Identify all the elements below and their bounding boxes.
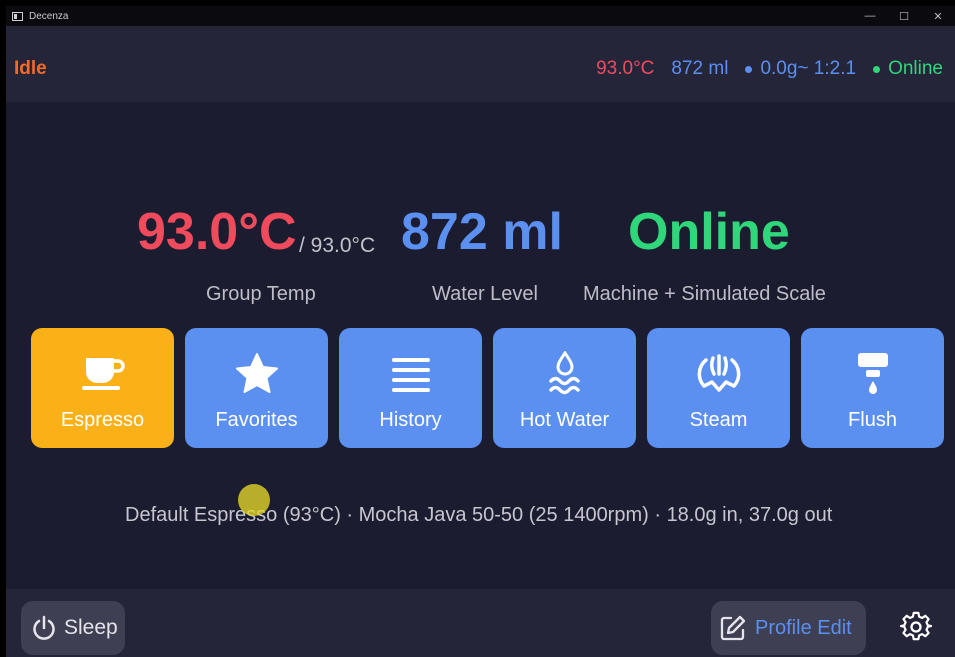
hot-water-button[interactable]: Hot Water	[493, 328, 636, 448]
power-icon	[31, 615, 57, 641]
steam-icon	[695, 350, 743, 398]
minimize-button[interactable]: —	[853, 6, 887, 26]
sleep-label: Sleep	[64, 616, 118, 639]
window-title: Decenza	[29, 10, 69, 22]
group-temp-target: / 93.0°C	[299, 234, 376, 257]
group-temp-label: Group Temp	[206, 283, 316, 305]
list-icon	[387, 350, 435, 398]
close-button[interactable]: ✕	[921, 6, 955, 26]
machine-state: Idle	[14, 58, 47, 79]
espresso-label: Espresso	[60, 409, 145, 431]
status-scale-text: 0.0g~ 1:2.1	[760, 58, 857, 79]
title-bar: Decenza — ☐ ✕	[6, 6, 955, 26]
action-tiles: Espresso Favorites History Hot Water Ste…	[31, 328, 944, 448]
status-bar: Idle 93.0°C 872 ml 0.0g~ 1:2.1 Online	[6, 26, 955, 102]
cursor-highlight	[238, 484, 270, 516]
espresso-button[interactable]: Espresso	[31, 328, 174, 448]
profile-edit-label: Profile Edit	[755, 616, 852, 639]
app-icon	[12, 11, 23, 21]
maximize-button[interactable]: ☐	[887, 6, 921, 26]
status-connection-text: Online	[888, 58, 943, 79]
flush-button[interactable]: Flush	[801, 328, 944, 448]
flush-label: Flush	[848, 409, 897, 431]
coffee-cup-icon	[79, 350, 127, 398]
steam-button[interactable]: Steam	[647, 328, 790, 448]
sleep-button[interactable]: Sleep	[21, 601, 125, 655]
profile-edit-button[interactable]: Profile Edit	[711, 601, 866, 655]
bottom-bar: Sleep Profile Edit	[6, 589, 955, 657]
status-water: 872 ml	[671, 58, 729, 79]
status-connection: Online	[873, 58, 943, 80]
status-indicators: 93.0°C 872 ml 0.0g~ 1:2.1 Online	[596, 58, 943, 80]
water-level-label: Water Level	[432, 283, 538, 305]
steam-label: Steam	[689, 409, 748, 431]
group-temp-value: 93.0°C	[137, 203, 297, 261]
water-level-value: 872 ml	[401, 203, 563, 261]
app-window: Decenza — ☐ ✕ Idle 93.0°C 872 ml 0.0g~ 1…	[6, 6, 955, 657]
gear-icon	[899, 611, 933, 648]
connection-dot-icon	[873, 65, 881, 73]
edit-icon	[719, 614, 747, 642]
hot-water-icon	[541, 350, 589, 398]
history-label: History	[379, 409, 442, 431]
status-scale[interactable]: 0.0g~ 1:2.1	[745, 58, 856, 80]
hot-water-label: Hot Water	[519, 409, 610, 431]
window-controls: — ☐ ✕	[853, 6, 955, 26]
status-temp: 93.0°C	[596, 58, 655, 79]
connection-value: Online	[628, 203, 790, 261]
history-button[interactable]: History	[339, 328, 482, 448]
profile-summary[interactable]: Default Espresso (93°C) · Mocha Java 50-…	[125, 504, 832, 527]
flush-icon	[849, 350, 897, 398]
favorites-button[interactable]: Favorites	[185, 328, 328, 448]
connection-label: Machine + Simulated Scale	[583, 283, 826, 305]
favorites-label: Favorites	[215, 409, 298, 431]
scale-dot-icon	[745, 65, 753, 73]
settings-button[interactable]	[898, 611, 934, 647]
star-icon	[233, 350, 281, 398]
